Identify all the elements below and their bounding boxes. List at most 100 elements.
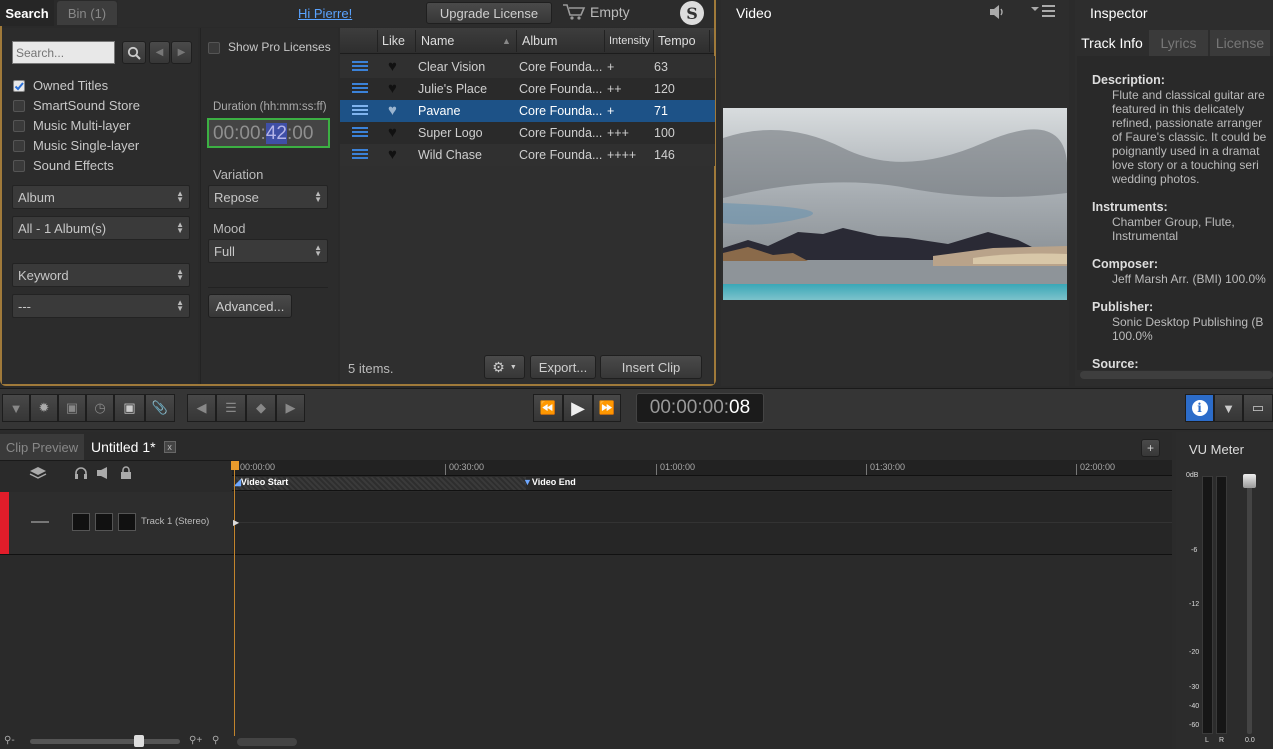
vu-scale-label: -20 — [1189, 649, 1200, 656]
table-row[interactable]: ♥ Super Logo Core Founda... +++ 100 — [340, 122, 715, 144]
master-volume-thumb[interactable] — [1243, 474, 1256, 488]
speaker-icon[interactable] — [95, 513, 113, 531]
filter-store-checkbox[interactable] — [13, 100, 25, 112]
filter-owned-checkbox[interactable] — [13, 80, 25, 92]
search-next-button[interactable]: ▶ — [171, 41, 192, 64]
zoom-in-icon[interactable]: ⚲+ — [189, 735, 202, 746]
mood-select[interactable]: Full ▲ ▼ — [208, 239, 328, 263]
track-album: Core Founda... — [519, 126, 603, 140]
track-intensity: +++ — [607, 126, 629, 140]
menu-icon[interactable] — [1031, 4, 1057, 20]
info-icon[interactable]: i — [1185, 394, 1214, 422]
heart-icon[interactable]: ♥ — [388, 80, 397, 97]
zoom-fit-icon[interactable]: ⚲ — [212, 735, 219, 746]
close-icon[interactable]: x — [163, 441, 176, 453]
table-row[interactable]: ♥ Clear Vision Core Founda... + 63 — [340, 56, 715, 78]
lock-icon[interactable] — [118, 513, 136, 531]
search-icon[interactable] — [122, 41, 146, 64]
heart-icon[interactable]: ♥ — [388, 58, 397, 75]
video-start-marker[interactable]: ◢Video Start — [234, 477, 288, 488]
nav-prev-icon[interactable]: ◀ — [187, 394, 216, 422]
tab-lyrics[interactable]: Lyrics — [1149, 30, 1208, 56]
headphones-icon[interactable] — [72, 513, 90, 531]
table-row[interactable]: ♥ Wild Chase Core Founda... ++++ 146 — [340, 144, 715, 166]
inspector-scrollbar[interactable] — [1080, 371, 1273, 379]
upgrade-license-button[interactable]: Upgrade License — [426, 2, 552, 24]
burst-icon[interactable]: ✹ — [30, 394, 58, 422]
nav-next-icon[interactable]: ▶ — [276, 394, 305, 422]
instruments-line: Instrumental — [1112, 229, 1179, 243]
publisher-text: Sonic Desktop Publishing (B 100.0% — [1112, 315, 1263, 343]
table-row[interactable]: ♥ Julie's Place Core Founda... ++ 120 — [340, 78, 715, 100]
playhead-handle[interactable] — [231, 461, 239, 470]
screen-icon[interactable]: ▭ — [1243, 394, 1273, 422]
fast-forward-icon[interactable]: ⏩ — [593, 394, 621, 422]
rewind-icon[interactable]: ⏪ — [533, 394, 563, 422]
filter-multilayer-checkbox[interactable] — [13, 120, 25, 132]
zoom-out-icon[interactable]: ⚲- — [4, 735, 15, 746]
column-header-album[interactable]: Album — [522, 34, 557, 48]
track-lane[interactable] — [233, 492, 1172, 554]
album-value-select[interactable]: All - 1 Album(s) ▲ ▼ — [12, 216, 190, 240]
filter-sfx-checkbox[interactable] — [13, 160, 25, 172]
zoom-slider-thumb[interactable] — [134, 735, 144, 747]
timeline-ruler[interactable] — [232, 460, 1172, 476]
header-divider — [653, 30, 654, 52]
playhead-line[interactable] — [234, 466, 235, 736]
heart-icon[interactable]: ♥ — [388, 124, 397, 141]
lock-icon[interactable] — [120, 466, 132, 480]
export-button[interactable]: Export... — [530, 355, 596, 379]
marker-view-icon[interactable]: ▼ — [1214, 394, 1243, 422]
track-name: Track 1 (Stereo) — [141, 516, 210, 527]
tab-untitled[interactable]: Untitled 1* x — [86, 434, 183, 460]
column-header-intensity[interactable]: Intensity — [609, 35, 650, 47]
track-intensity: + — [607, 104, 615, 118]
instruments-line: Chamber Group, Flute, — [1112, 215, 1235, 229]
chevron-down-icon: ▼ — [509, 363, 517, 371]
zoom-slider[interactable] — [30, 739, 180, 744]
duration-field[interactable]: 00:00:42:00 — [207, 118, 330, 148]
diamond-icon[interactable]: ◆ — [246, 394, 276, 422]
add-track-button[interactable]: + — [1141, 439, 1160, 457]
speaker-icon[interactable] — [989, 4, 1007, 20]
column-header-name[interactable]: Name — [421, 34, 454, 48]
keyword-value-select[interactable]: --- ▲ ▼ — [12, 294, 190, 318]
cart-icon[interactable] — [562, 3, 586, 21]
video-camera-icon[interactable]: ▣ — [114, 394, 145, 422]
description-text: Flute and classical guitar are featured … — [1112, 88, 1266, 186]
heart-icon[interactable]: ♥ — [388, 146, 397, 163]
marker-icon[interactable]: ▼ — [2, 394, 30, 422]
speaker-icon[interactable] — [96, 466, 112, 480]
tab-track-info[interactable]: Track Info — [1077, 30, 1147, 56]
search-prev-button[interactable]: ◀ — [149, 41, 170, 64]
show-pro-checkbox[interactable] — [208, 42, 220, 54]
table-row-selected[interactable]: ♥ Pavane Core Founda... + 71 — [340, 100, 715, 122]
advanced-button[interactable]: Advanced... — [208, 294, 292, 318]
tab-clip-preview[interactable]: Clip Preview — [0, 434, 84, 460]
column-header-like[interactable]: Like — [382, 34, 405, 48]
column-header-tempo[interactable]: Tempo — [658, 34, 696, 48]
search-input[interactable] — [12, 41, 115, 64]
heart-icon[interactable]: ♥ — [388, 102, 397, 119]
filter-singlelayer-checkbox[interactable] — [13, 140, 25, 152]
settings-menu-button[interactable]: ⚙ ▼ — [484, 355, 525, 379]
play-icon[interactable]: ▶ — [563, 394, 593, 422]
layers-icon[interactable]: ▣ — [58, 394, 86, 422]
album-type-select[interactable]: Album ▲ ▼ — [12, 185, 190, 209]
paperclip-icon[interactable]: 📎 — [145, 394, 175, 422]
mixer-icon[interactable]: ☰ — [216, 394, 246, 422]
layers-icon[interactable] — [28, 466, 48, 480]
smartsound-logo-icon[interactable]: S — [680, 1, 704, 25]
tab-search[interactable]: Search — [0, 0, 54, 26]
tab-license[interactable]: License — [1210, 30, 1270, 56]
keyword-type-select[interactable]: Keyword ▲ ▼ — [12, 263, 190, 287]
headphones-icon[interactable] — [74, 466, 88, 480]
insert-clip-button[interactable]: Insert Clip — [600, 355, 702, 379]
horizontal-scrollbar[interactable] — [237, 738, 297, 746]
user-greeting-link[interactable]: Hi Pierre! — [298, 6, 352, 21]
timer-icon[interactable]: ◷ — [86, 394, 114, 422]
video-end-marker[interactable]: ▼Video End — [523, 477, 576, 487]
master-volume-track[interactable] — [1247, 478, 1252, 734]
variation-select[interactable]: Repose ▲ ▼ — [208, 185, 328, 209]
tab-bin[interactable]: Bin (1) — [57, 1, 117, 25]
